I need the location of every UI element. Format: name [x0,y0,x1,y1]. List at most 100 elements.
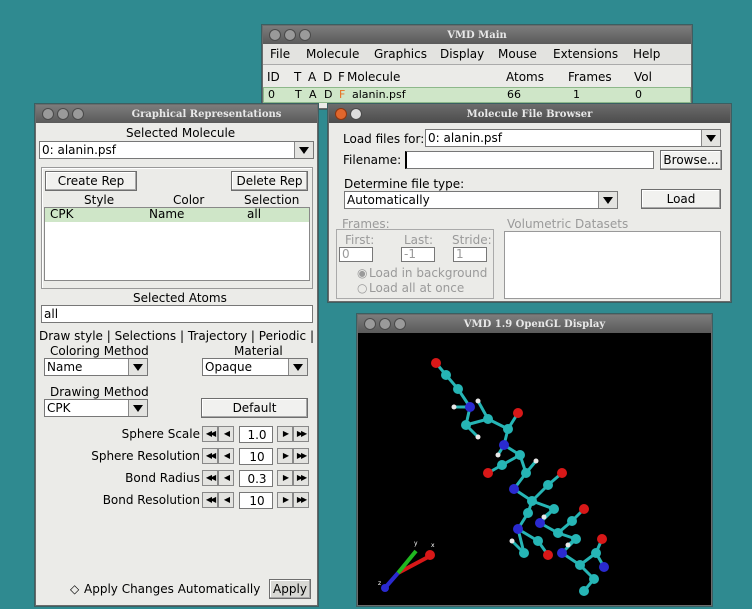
close-icon[interactable] [269,29,281,41]
last-input[interactable]: -1 [401,247,435,262]
col-vol[interactable]: Vol [634,70,652,84]
param-value-input[interactable]: 10 [239,492,273,509]
rep-row[interactable]: CPK Name all [45,208,309,222]
menu-display[interactable]: Display [440,47,484,61]
fast-forward-icon[interactable]: ▶▶ [293,470,309,486]
step-forward-icon[interactable]: ▶ [277,426,293,442]
maximize-icon[interactable] [72,108,84,120]
selected-molecule-dropdown[interactable]: 0: alanin.psf [39,141,314,159]
maximize-icon[interactable] [394,318,406,330]
load-all-label[interactable]: Load all at once [369,281,464,295]
radio-selected-icon[interactable]: ◉ [357,266,367,280]
step-forward-icon[interactable]: ▶ [277,448,293,464]
file-browser-titlebar[interactable]: Molecule File Browser [329,105,730,123]
menu-help[interactable]: Help [633,47,660,61]
drawing-method-dropdown[interactable]: CPK [44,399,148,417]
col-atoms[interactable]: Atoms [506,70,544,84]
close-icon[interactable] [364,318,376,330]
opengl-titlebar[interactable]: VMD 1.9 OpenGL Display [358,315,711,333]
atom [509,484,519,494]
selected-atoms-input[interactable]: all [41,305,313,323]
step-back-icon[interactable]: ◀ [218,426,234,442]
material-value: Opaque [205,360,253,374]
fast-rewind-icon[interactable]: ◀◀ [202,492,218,508]
tab-draw-style[interactable]: Draw style [39,329,103,343]
minimize-icon[interactable] [350,108,362,120]
close-icon[interactable] [42,108,54,120]
menu-molecule[interactable]: Molecule [306,47,359,61]
param-value-input[interactable]: 0.3 [239,470,273,487]
fast-forward-icon[interactable]: ▶▶ [293,448,309,464]
step-forward-icon[interactable]: ▶ [277,492,293,508]
col-f[interactable]: F [338,70,345,84]
stride-input[interactable]: 1 [453,247,487,262]
step-back-icon[interactable]: ◀ [218,448,234,464]
load-button[interactable]: Load [641,189,721,209]
atom [533,458,539,464]
apply-button[interactable]: Apply [269,579,311,599]
atom [543,550,553,560]
first-input[interactable]: 0 [339,247,373,262]
file-type-dropdown[interactable]: Automatically [344,191,618,209]
load-background-label[interactable]: Load in background [369,266,487,280]
row-active-flag[interactable]: A [309,88,317,101]
minimize-icon[interactable] [284,29,296,41]
svg-text:z: z [378,580,381,587]
fast-rewind-icon[interactable]: ◀◀ [202,448,218,464]
tab-periodic[interactable]: Periodic [259,329,306,343]
vmd-main-window: VMD Main File Molecule Graphics Display … [262,25,692,109]
minimize-icon[interactable] [57,108,69,120]
filename-input[interactable] [405,151,654,169]
step-back-icon[interactable]: ◀ [218,492,234,508]
col-t[interactable]: T [294,70,301,84]
radio-unselected-icon[interactable]: ○ [357,281,367,295]
row-top-flag[interactable]: T [295,88,302,101]
param-value-input[interactable]: 10 [239,448,273,465]
step-back-icon[interactable]: ◀ [218,470,234,486]
atom [557,548,567,558]
fast-forward-icon[interactable]: ▶▶ [293,492,309,508]
apply-auto-label[interactable]: Apply Changes Automatically [84,582,260,596]
volumetric-list[interactable] [504,231,721,299]
menu-graphics[interactable]: Graphics [374,47,427,61]
apply-auto-checkbox-icon[interactable]: ◇ [70,582,79,596]
default-button[interactable]: Default [201,398,308,418]
coloring-method-dropdown[interactable]: Name [44,358,148,376]
maximize-icon[interactable] [299,29,311,41]
fast-forward-icon[interactable]: ▶▶ [293,426,309,442]
fast-rewind-icon[interactable]: ◀◀ [202,470,218,486]
menu-extensions[interactable]: Extensions [553,47,618,61]
delete-rep-button[interactable]: Delete Rep [231,171,308,191]
load-for-label: Load files for: [343,132,425,146]
filename-label: Filename: [343,153,402,167]
atom [523,508,533,518]
col-frames[interactable]: Frames [568,70,612,84]
graphical-reps-titlebar[interactable]: Graphical Representations [36,105,317,123]
row-drawn-flag[interactable]: D [324,88,332,101]
menu-file[interactable]: File [270,47,290,61]
menu-mouse[interactable]: Mouse [498,47,537,61]
atom [509,538,515,544]
reps-list[interactable]: CPK Name all [44,207,310,281]
row-fixed-flag[interactable]: F [339,88,345,101]
browse-button[interactable]: Browse... [660,150,722,170]
material-dropdown[interactable]: Opaque [202,358,308,376]
load-for-dropdown[interactable]: 0: alanin.psf [425,129,721,147]
col-d[interactable]: D [323,70,332,84]
close-icon[interactable] [335,108,347,120]
minimize-icon[interactable] [379,318,391,330]
tab-selections[interactable]: Selections [115,329,177,343]
col-a[interactable]: A [308,70,316,84]
col-id[interactable]: ID [267,70,280,84]
vmd-main-titlebar[interactable]: VMD Main [263,26,691,44]
atom [575,560,585,570]
molecule-row[interactable]: 0 T A D F alanin.psf 66 1 0 [263,87,691,103]
tab-trajectory[interactable]: Trajectory [188,329,247,343]
col-molecule[interactable]: Molecule [347,70,400,84]
atom [533,536,543,546]
param-value-input[interactable]: 1.0 [239,426,273,443]
molecule-viewport[interactable]: x y z [358,333,711,605]
create-rep-button[interactable]: Create Rep [45,171,137,191]
step-forward-icon[interactable]: ▶ [277,470,293,486]
fast-rewind-icon[interactable]: ◀◀ [202,426,218,442]
